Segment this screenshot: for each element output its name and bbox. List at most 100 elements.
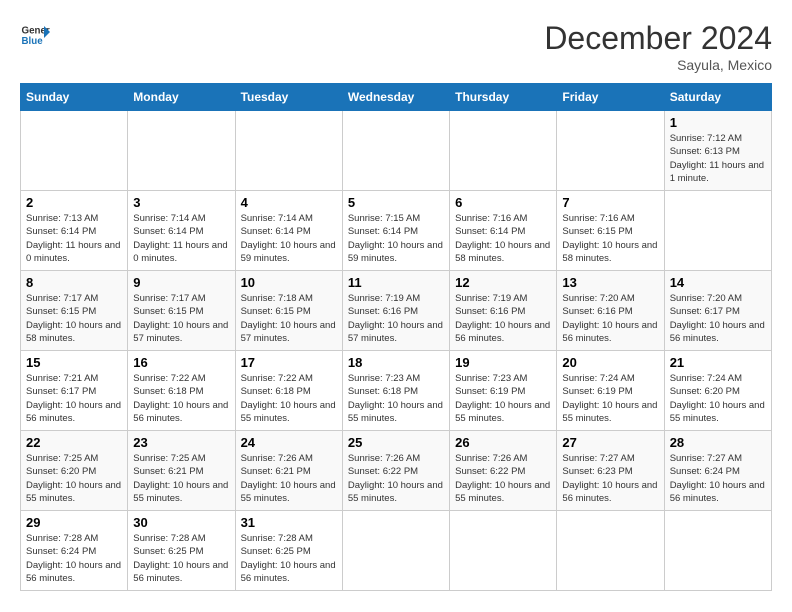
calendar-day-cell: 9 Sunrise: 7:17 AMSunset: 6:15 PMDaylight…	[128, 271, 235, 351]
calendar-day-cell: 23Sunrise: 7:25 AMSunset: 6:21 PMDayligh…	[128, 431, 235, 511]
calendar-day-cell: 17 Sunrise: 7:22 AMSunset: 6:18 PMDayligh…	[235, 351, 342, 431]
day-info: Sunrise: 7:25 AMSunset: 6:21 PMDaylight:…	[133, 452, 229, 505]
calendar-day-cell: 6Sunrise: 7:16 AMSunset: 6:14 PMDaylight…	[450, 191, 557, 271]
calendar-day-cell: 15Sunrise: 7:21 AMSunset: 6:17 PMDayligh…	[21, 351, 128, 431]
day-number: 18	[348, 355, 444, 370]
calendar-table: SundayMondayTuesdayWednesdayThursdayFrid…	[20, 83, 772, 591]
day-number: 14	[670, 275, 766, 290]
calendar-day-cell: 8Sunrise: 7:17 AMSunset: 6:15 PMDaylight…	[21, 271, 128, 351]
day-info: Sunrise: 7:17 AMSunset: 6:15 PMDaylight:…	[133, 292, 229, 345]
calendar-day-cell: 11 Sunrise: 7:19 AMSunset: 6:16 PMDayligh…	[342, 271, 449, 351]
day-number: 30	[133, 515, 229, 530]
day-info: Sunrise: 7:13 AMSunset: 6:14 PMDaylight:…	[26, 212, 122, 265]
weekday-header: Saturday	[664, 84, 771, 111]
day-number: 31	[241, 515, 337, 530]
day-info: Sunrise: 7:26 AMSunset: 6:21 PMDaylight:…	[241, 452, 337, 505]
calendar-day-cell: 10 Sunrise: 7:18 AMSunset: 6:15 PMDayligh…	[235, 271, 342, 351]
page-header: General Blue December 2024 Sayula, Mexic…	[20, 20, 772, 73]
day-info: Sunrise: 7:28 AMSunset: 6:25 PMDaylight:…	[241, 532, 337, 585]
calendar-day-cell	[557, 511, 664, 591]
day-number: 29	[26, 515, 122, 530]
day-info: Sunrise: 7:22 AMSunset: 6:18 PMDaylight:…	[133, 372, 229, 425]
day-number: 16	[133, 355, 229, 370]
day-number: 28	[670, 435, 766, 450]
day-number: 22	[26, 435, 122, 450]
empty-cell	[128, 111, 235, 191]
calendar-day-cell: 5 Sunrise: 7:15 AMSunset: 6:14 PMDaylight…	[342, 191, 449, 271]
calendar-day-cell: 19 Sunrise: 7:23 AMSunset: 6:19 PMDayligh…	[450, 351, 557, 431]
calendar-day-cell: 1 Sunrise: 7:12 AMSunset: 6:13 PMDaylight…	[664, 111, 771, 191]
calendar-week-row: 22 Sunrise: 7:25 AMSunset: 6:20 PMDayligh…	[21, 431, 772, 511]
calendar-day-cell: 27Sunrise: 7:27 AMSunset: 6:23 PMDayligh…	[557, 431, 664, 511]
day-info: Sunrise: 7:27 AMSunset: 6:24 PMDaylight:…	[670, 452, 766, 505]
calendar-week-row: 1 Sunrise: 7:12 AMSunset: 6:13 PMDaylight…	[21, 111, 772, 191]
calendar-day-cell: 22 Sunrise: 7:25 AMSunset: 6:20 PMDayligh…	[21, 431, 128, 511]
day-number: 1	[670, 115, 766, 130]
calendar-day-cell: 13Sunrise: 7:20 AMSunset: 6:16 PMDayligh…	[557, 271, 664, 351]
day-number: 9	[133, 275, 229, 290]
day-info: Sunrise: 7:25 AMSunset: 6:20 PMDaylight:…	[26, 452, 122, 505]
calendar-day-cell: 24 Sunrise: 7:26 AMSunset: 6:21 PMDayligh…	[235, 431, 342, 511]
day-number: 15	[26, 355, 122, 370]
day-info: Sunrise: 7:22 AMSunset: 6:18 PMDaylight:…	[241, 372, 337, 425]
calendar-day-cell: 4Sunrise: 7:14 AMSunset: 6:14 PMDaylight…	[235, 191, 342, 271]
day-info: Sunrise: 7:17 AMSunset: 6:15 PMDaylight:…	[26, 292, 122, 345]
weekday-header-row: SundayMondayTuesdayWednesdayThursdayFrid…	[21, 84, 772, 111]
day-number: 27	[562, 435, 658, 450]
day-number: 5	[348, 195, 444, 210]
calendar-day-cell	[342, 511, 449, 591]
weekday-header: Wednesday	[342, 84, 449, 111]
day-info: Sunrise: 7:18 AMSunset: 6:15 PMDaylight:…	[241, 292, 337, 345]
empty-cell	[21, 111, 128, 191]
calendar-day-cell: 20Sunrise: 7:24 AMSunset: 6:19 PMDayligh…	[557, 351, 664, 431]
weekday-header: Tuesday	[235, 84, 342, 111]
logo: General Blue	[20, 20, 50, 50]
calendar-day-cell: 18 Sunrise: 7:23 AMSunset: 6:18 PMDayligh…	[342, 351, 449, 431]
day-number: 19	[455, 355, 551, 370]
day-number: 2	[26, 195, 122, 210]
day-info: Sunrise: 7:26 AMSunset: 6:22 PMDaylight:…	[348, 452, 444, 505]
svg-text:Blue: Blue	[22, 36, 44, 47]
title-block: December 2024 Sayula, Mexico	[544, 20, 772, 73]
calendar-day-cell: 28 Sunrise: 7:27 AMSunset: 6:24 PMDayligh…	[664, 431, 771, 511]
calendar-day-cell: 3 Sunrise: 7:14 AMSunset: 6:14 PMDaylight…	[128, 191, 235, 271]
calendar-day-cell: 21 Sunrise: 7:24 AMSunset: 6:20 PMDayligh…	[664, 351, 771, 431]
day-info: Sunrise: 7:24 AMSunset: 6:20 PMDaylight:…	[670, 372, 766, 425]
day-number: 24	[241, 435, 337, 450]
day-number: 4	[241, 195, 337, 210]
day-number: 3	[133, 195, 229, 210]
calendar-day-cell	[450, 511, 557, 591]
day-info: Sunrise: 7:28 AMSunset: 6:24 PMDaylight:…	[26, 532, 122, 585]
day-number: 17	[241, 355, 337, 370]
empty-cell	[235, 111, 342, 191]
calendar-day-cell: 16 Sunrise: 7:22 AMSunset: 6:18 PMDayligh…	[128, 351, 235, 431]
empty-cell	[450, 111, 557, 191]
day-number: 7	[562, 195, 658, 210]
calendar-week-row: 2 Sunrise: 7:13 AMSunset: 6:14 PMDaylight…	[21, 191, 772, 271]
day-info: Sunrise: 7:19 AMSunset: 6:16 PMDaylight:…	[348, 292, 444, 345]
day-number: 26	[455, 435, 551, 450]
calendar-day-cell	[664, 191, 771, 271]
calendar-day-cell: 26Sunrise: 7:26 AMSunset: 6:22 PMDayligh…	[450, 431, 557, 511]
weekday-header: Monday	[128, 84, 235, 111]
day-number: 11	[348, 275, 444, 290]
month-title: December 2024	[544, 20, 772, 57]
location-subtitle: Sayula, Mexico	[544, 57, 772, 73]
calendar-day-cell	[664, 511, 771, 591]
day-number: 25	[348, 435, 444, 450]
day-number: 21	[670, 355, 766, 370]
calendar-day-cell: 14Sunrise: 7:20 AMSunset: 6:17 PMDayligh…	[664, 271, 771, 351]
day-info: Sunrise: 7:15 AMSunset: 6:14 PMDaylight:…	[348, 212, 444, 265]
calendar-day-cell: 7 Sunrise: 7:16 AMSunset: 6:15 PMDaylight…	[557, 191, 664, 271]
day-info: Sunrise: 7:14 AMSunset: 6:14 PMDaylight:…	[133, 212, 229, 265]
day-number: 10	[241, 275, 337, 290]
day-info: Sunrise: 7:23 AMSunset: 6:19 PMDaylight:…	[455, 372, 551, 425]
calendar-day-cell: 30Sunrise: 7:28 AMSunset: 6:25 PMDayligh…	[128, 511, 235, 591]
calendar-day-cell: 12Sunrise: 7:19 AMSunset: 6:16 PMDayligh…	[450, 271, 557, 351]
day-info: Sunrise: 7:23 AMSunset: 6:18 PMDaylight:…	[348, 372, 444, 425]
day-number: 12	[455, 275, 551, 290]
day-info: Sunrise: 7:16 AMSunset: 6:15 PMDaylight:…	[562, 212, 658, 265]
day-info: Sunrise: 7:12 AMSunset: 6:13 PMDaylight:…	[670, 132, 766, 185]
day-info: Sunrise: 7:16 AMSunset: 6:14 PMDaylight:…	[455, 212, 551, 265]
empty-cell	[557, 111, 664, 191]
